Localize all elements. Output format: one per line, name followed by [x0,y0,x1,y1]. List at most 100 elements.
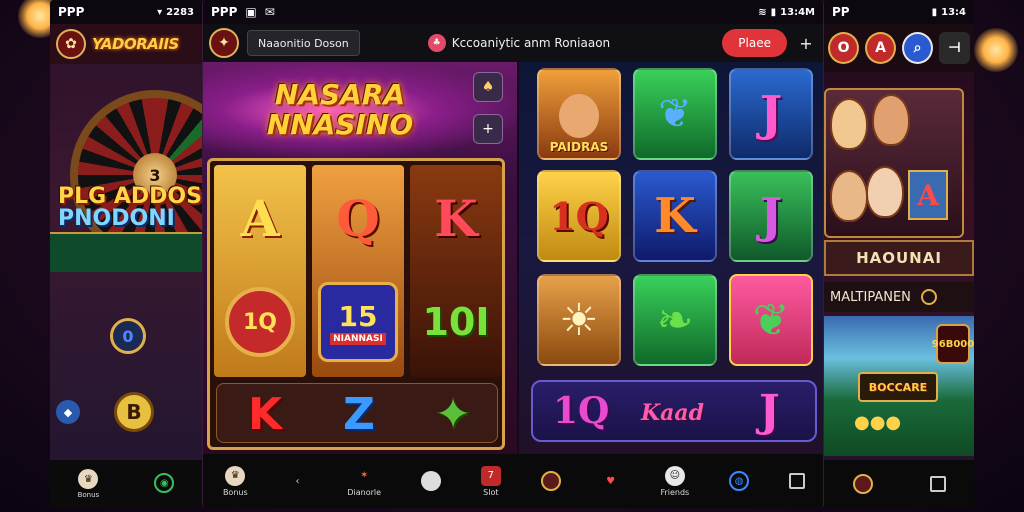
bottom-nav: ♛ Bonus ◉ [50,460,202,508]
square-icon[interactable] [929,476,946,492]
slot-symbol: A [240,188,280,248]
slot-symbol: K [247,388,283,440]
status-bar: PP ▮ 13:4 [824,0,974,24]
letter-tile[interactable]: J [729,170,813,262]
globe-icon: ◍ [729,471,750,491]
slot-badge: 15 NIANNASI [312,277,404,367]
bottom-nav [824,460,974,508]
nav-label: Friends [660,487,690,497]
achievements-button[interactable]: A [865,32,897,64]
nav-item-heart[interactable]: ♥ [601,471,621,491]
nav-item-slot[interactable]: 7 Slot [480,465,501,497]
search-icon[interactable]: ⌕ [902,32,934,64]
character-panel[interactable]: A [824,88,964,238]
nav-item-chip[interactable] [540,471,561,491]
reel-frame: A 1Q Q 15 NIANNASI K 10I K Z ✦ [207,158,505,450]
status-carrier: PP [832,5,850,19]
nav-label: Slot [483,487,499,497]
status-carrier: PPP [58,5,85,19]
tile-letter: 1Q [549,193,609,239]
tab-main[interactable]: Naaonitio Doson [247,30,360,56]
character-face-icon [866,166,904,218]
play-button[interactable]: Plaee [722,29,787,57]
jackpot-badge-bottom: 000 [953,338,974,350]
game-board[interactable]: 96B 000 BOCCARE ●●● [824,316,974,456]
left-phone-screen: PPP ▾ 2283 ✿ YADORAIIS 3 PLG ADDOS PNODO… [50,0,202,508]
jackpot-badge-top: 96B [931,338,954,350]
slot-game-left: NASARA NNASINO ♠ + A 1Q Q 15 NIANNASI K … [203,62,517,454]
reel-bottom-row: K Z ✦ [216,383,498,443]
menu-logo-icon[interactable]: ✿ [56,29,86,59]
nav-item-dianorle[interactable]: ✶ Dianorle [347,466,381,497]
star-icon: ✶ [360,470,369,481]
info-icon[interactable] [920,289,937,305]
character-face-icon [872,94,910,146]
settings-icon[interactable]: ⊣ [939,32,970,64]
table-felt [50,232,202,272]
bonus-symbol: Kaad [641,400,705,426]
nav-item-bonus[interactable]: ♛ Bonus [223,465,248,497]
leaf-tile[interactable]: ❧ [633,274,717,366]
game-logo-line-1: NASARA [274,78,406,111]
game-banner: HAOUNAI [824,240,974,276]
profile-button[interactable]: O [828,32,860,64]
letter-tile[interactable]: K [633,170,717,262]
right-phone-screen: PP ▮ 13:4 O A ⌕ ⊣ A HAOUNAI MALTIPANEN 9… [824,0,974,508]
diamond-icon[interactable]: ◆ [56,400,80,424]
status-bar: PPP ▣ ✉ ≋ ▮ 13:4M [203,0,823,24]
chip-icon[interactable] [852,474,873,494]
trophy-icon: ♛ [78,469,99,489]
badge-symbol: 1Q [225,287,295,357]
vip-icon: ♛ [225,465,246,486]
character-face-icon [830,98,868,150]
portrait-tile[interactable]: PAIDRAS [537,68,621,160]
reel-column-3: K 10I [410,165,502,377]
nav-item-recent[interactable] [788,473,805,489]
bonus-symbol: J [759,386,780,437]
tile-letter: J [759,188,783,244]
letter-tile[interactable]: 1Q [537,170,621,262]
letter-tile[interactable]: J [729,68,813,160]
page-title-text: Kccoaniytic anm Roniaaon [451,36,611,50]
nav-item-friends[interactable]: ☺ Friends [660,465,690,497]
signal-icon: ▮ [931,6,938,18]
add-button[interactable]: + [795,32,817,54]
status-bar: PPP ▾ 2283 [50,0,202,24]
leaf-icon: ❦ [752,294,790,346]
shield-icon: ◉ [154,473,175,493]
info-button[interactable]: ♠ [473,72,503,102]
chip-button[interactable]: 0 [110,318,146,354]
status-time: 13:4 [941,6,966,18]
page-title: ♣ Kccoaniytic anm Roniaaon [427,34,611,52]
slot-symbol: Q [336,188,380,248]
bonus-row[interactable]: 1Q Kaad J [531,380,817,442]
leaf-tile[interactable]: ❦ [729,274,813,366]
face-icon: ☺ [664,465,685,486]
nav-item-bonus[interactable]: ♛ Bonus [78,469,99,499]
slot-icon: 7 [480,465,501,486]
leaf-tile[interactable]: ❦ [633,68,717,160]
nav-item-home[interactable] [420,471,441,491]
back-icon: ‹ [295,475,300,487]
heart-icon: ♥ [606,475,616,487]
slot-symbol: ✦ [434,388,472,440]
promo-line-2: PNODONI [58,206,175,231]
sun-icon: ☀ [559,294,599,346]
square-icon [788,473,805,489]
bonus-symbol: 1Q [553,390,610,432]
slot-symbol: Z [343,388,375,440]
nav-item-back[interactable]: ‹ [288,471,308,491]
game-logo-area: NASARA NNASINO ♠ + [203,62,517,158]
badge-caption: NIANNASI [330,332,386,345]
app-logo-icon[interactable]: ✦ [209,28,239,58]
settings-button[interactable]: + [473,114,503,144]
app-logo: YADORAIIS [92,35,179,53]
coin-button[interactable]: B [114,392,154,432]
sun-tile[interactable]: ☀ [537,274,621,366]
nav-item-shield[interactable]: ◉ [154,473,175,495]
status-time: 2283 [166,6,194,18]
badge-symbol: 10I [422,300,490,344]
background-lamp-right [974,28,1018,72]
nav-item-globe[interactable]: ◍ [729,471,750,491]
badge-number: 15 [338,299,378,333]
